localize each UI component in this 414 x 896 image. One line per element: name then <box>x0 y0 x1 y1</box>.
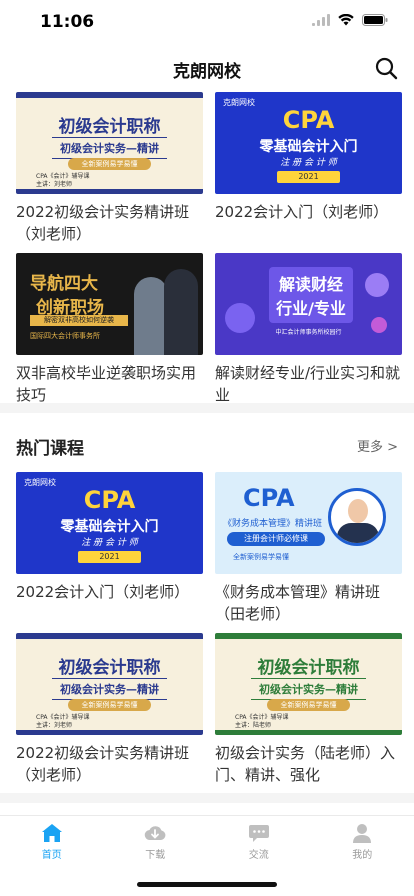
signal-icon <box>312 14 330 26</box>
course-title: 2022初级会计实务精讲班（刘老师） <box>16 744 190 784</box>
course-card[interactable]: 克朗网校 CPA 零基础会计入门 注 册 会 计 师 2021 2022会计入门… <box>16 472 203 627</box>
course-title: 2022会计入门（刘老师） <box>16 583 190 601</box>
course-thumbnail: 导航四大 创新职场 解密双非高校如何逆袭 国际四大会计师事务所 <box>16 253 203 355</box>
course-thumbnail: CPA 《财务成本管理》精讲班 注册会计师必修课 全新案例易学易懂 <box>215 472 402 574</box>
thumb-tagline: 注 册 会 计 师 <box>81 538 138 548</box>
nav-bar: 克朗网校 <box>0 48 414 88</box>
thumb-caption-line: 主讲：刘老师 <box>36 722 73 729</box>
download-icon <box>144 826 166 841</box>
thumb-caption-line: CPA《会计》辅导课 <box>36 714 90 721</box>
thumb-subheading: 初级会计实务—精讲 <box>251 678 366 700</box>
thumb-tagline: 全新案例易学易懂 <box>267 699 350 711</box>
thumb-caption: CPA《会计》辅导课 主讲：陆老师 <box>235 714 289 730</box>
thumb-heading: CPA <box>282 106 335 134</box>
tab-profile[interactable]: 我的 <box>311 816 414 876</box>
home-indicator <box>137 882 277 887</box>
tab-label: 交流 <box>248 850 269 861</box>
thumb-caption-line: 主讲：刘老师 <box>36 181 73 188</box>
page-title: 克朗网校 <box>173 62 241 82</box>
thumb-heading: 初级会计职称 <box>58 658 161 678</box>
tab-chat[interactable]: 交流 <box>207 816 311 876</box>
home-icon <box>41 824 62 842</box>
chat-icon <box>248 825 269 842</box>
teacher-portrait <box>328 488 386 546</box>
person-figure <box>134 277 168 355</box>
tab-label: 我的 <box>352 850 373 861</box>
thumb-tagline: 注册会计师必修课 <box>227 532 325 546</box>
profile-icon <box>353 824 372 843</box>
thumb-subheading: 初级会计实务—精讲 <box>52 678 167 700</box>
thumb-subheading: 零基础会计入门 <box>259 139 358 155</box>
thumb-heading: 初级会计职称 <box>58 117 161 137</box>
thumb-heading: 初级会计职称 <box>257 658 360 678</box>
course-card[interactable]: 初级会计职称 初级会计实务—精讲 全新案例易学易懂 CPA《会计》辅导课 主讲：… <box>16 92 203 247</box>
tab-download[interactable]: 下载 <box>104 816 208 876</box>
status-icons <box>312 14 388 26</box>
thumb-caption: 全新案例易学易懂 <box>233 553 289 561</box>
thumb-tagline: 全新案例易学易懂 <box>68 699 151 711</box>
course-title: 双非高校毕业逆袭职场实用技巧 <box>16 364 197 404</box>
status-time: 11:06 <box>40 12 95 32</box>
thumb-caption-line: CPA《会计》辅导课 <box>36 173 90 180</box>
thumb-year: 2021 <box>78 551 141 563</box>
section-divider <box>0 793 414 803</box>
course-card[interactable]: 解读财经 行业/专业 中汇会计师事务所校园行 解读财经专业/行业实习和就业 <box>215 253 402 408</box>
thumb-heading: 行业/专业 <box>276 299 346 318</box>
section-title: 热门课程 <box>16 439 84 459</box>
thumb-subheading: 《财务成本管理》精讲班 <box>223 519 323 529</box>
hot-section-header: 热门课程 更多 > <box>16 430 398 460</box>
course-thumbnail: 解读财经 行业/专业 中汇会计师事务所校园行 <box>215 253 402 355</box>
tab-label: 首页 <box>41 850 62 861</box>
thumb-heading: 导航四大 <box>30 274 98 294</box>
thumb-heading: CPA <box>243 484 295 512</box>
thumb-subheading: 零基础会计入门 <box>60 519 159 535</box>
tab-label: 下载 <box>145 850 166 861</box>
thumb-tagline: 注 册 会 计 师 <box>280 158 337 168</box>
course-grid-top: 初级会计职称 初级会计实务—精讲 全新案例易学易懂 CPA《会计》辅导课 主讲：… <box>16 92 402 408</box>
course-card[interactable]: 克朗网校 CPA 零基础会计入门 注 册 会 计 师 2021 2022会计入门… <box>215 92 402 247</box>
thumb-tagline: 解密双非高校如何逆袭 <box>30 315 128 326</box>
course-thumbnail: 初级会计职称 初级会计实务—精讲 全新案例易学易懂 CPA《会计》辅导课 主讲：… <box>16 92 203 194</box>
thumb-caption: CPA《会计》辅导课 主讲：刘老师 <box>36 173 90 189</box>
course-card[interactable]: 初级会计职称 初级会计实务—精讲 全新案例易学易懂 CPA《会计》辅导课 主讲：… <box>16 633 203 788</box>
course-title: 《财务成本管理》精讲班（田老师） <box>215 583 381 623</box>
thumb-year: 2021 <box>277 171 340 183</box>
course-grid-hot: 克朗网校 CPA 零基础会计入门 注 册 会 计 师 2021 2022会计入门… <box>16 472 402 788</box>
battery-icon <box>362 14 388 26</box>
thumb-caption-line: CPA《会计》辅导课 <box>235 714 289 721</box>
person-figure <box>164 269 198 355</box>
course-card[interactable]: 初级会计职称 初级会计实务—精讲 全新案例易学易懂 CPA《会计》辅导课 主讲：… <box>215 633 402 788</box>
course-thumbnail: 初级会计职称 初级会计实务—精讲 全新案例易学易懂 CPA《会计》辅导课 主讲：… <box>215 633 402 735</box>
thumb-subheading: 初级会计实务—精讲 <box>52 137 167 159</box>
search-icon[interactable] <box>374 56 398 80</box>
course-card[interactable]: CPA 《财务成本管理》精讲班 注册会计师必修课 全新案例易学易懂 《财务成本管… <box>215 472 402 627</box>
thumb-caption-line: 主讲：陆老师 <box>235 722 272 729</box>
thumb-caption: 国际四大会计师事务所 <box>30 332 100 340</box>
thumb-caption: CPA《会计》辅导课 主讲：刘老师 <box>36 714 90 730</box>
thumb-heading: 解读财经 <box>278 275 343 294</box>
section-divider <box>0 403 414 413</box>
tab-home[interactable]: 首页 <box>0 816 104 876</box>
wifi-icon <box>338 14 354 26</box>
thumb-caption: 中汇会计师事务所校园行 <box>275 329 342 336</box>
course-thumbnail: 克朗网校 CPA 零基础会计入门 注 册 会 计 师 2021 <box>16 472 203 574</box>
course-title: 初级会计实务（陆老师）入门、精讲、强化 <box>215 744 396 784</box>
thumb-heading: CPA <box>83 486 136 514</box>
course-title: 解读财经专业/行业实习和就业 <box>215 364 401 404</box>
course-title: 2022会计入门（刘老师） <box>215 203 389 221</box>
more-link[interactable]: 更多 > <box>357 436 398 455</box>
status-bar: 11:06 <box>0 0 414 44</box>
course-title: 2022初级会计实务精讲班（刘老师） <box>16 203 190 243</box>
course-thumbnail: 克朗网校 CPA 零基础会计入门 注 册 会 计 师 2021 <box>215 92 402 194</box>
thumb-tagline: 全新案例易学易懂 <box>68 158 151 170</box>
course-thumbnail: 初级会计职称 初级会计实务—精讲 全新案例易学易懂 CPA《会计》辅导课 主讲：… <box>16 633 203 735</box>
course-card[interactable]: 导航四大 创新职场 解密双非高校如何逆袭 国际四大会计师事务所 双非高校毕业逆袭… <box>16 253 203 408</box>
